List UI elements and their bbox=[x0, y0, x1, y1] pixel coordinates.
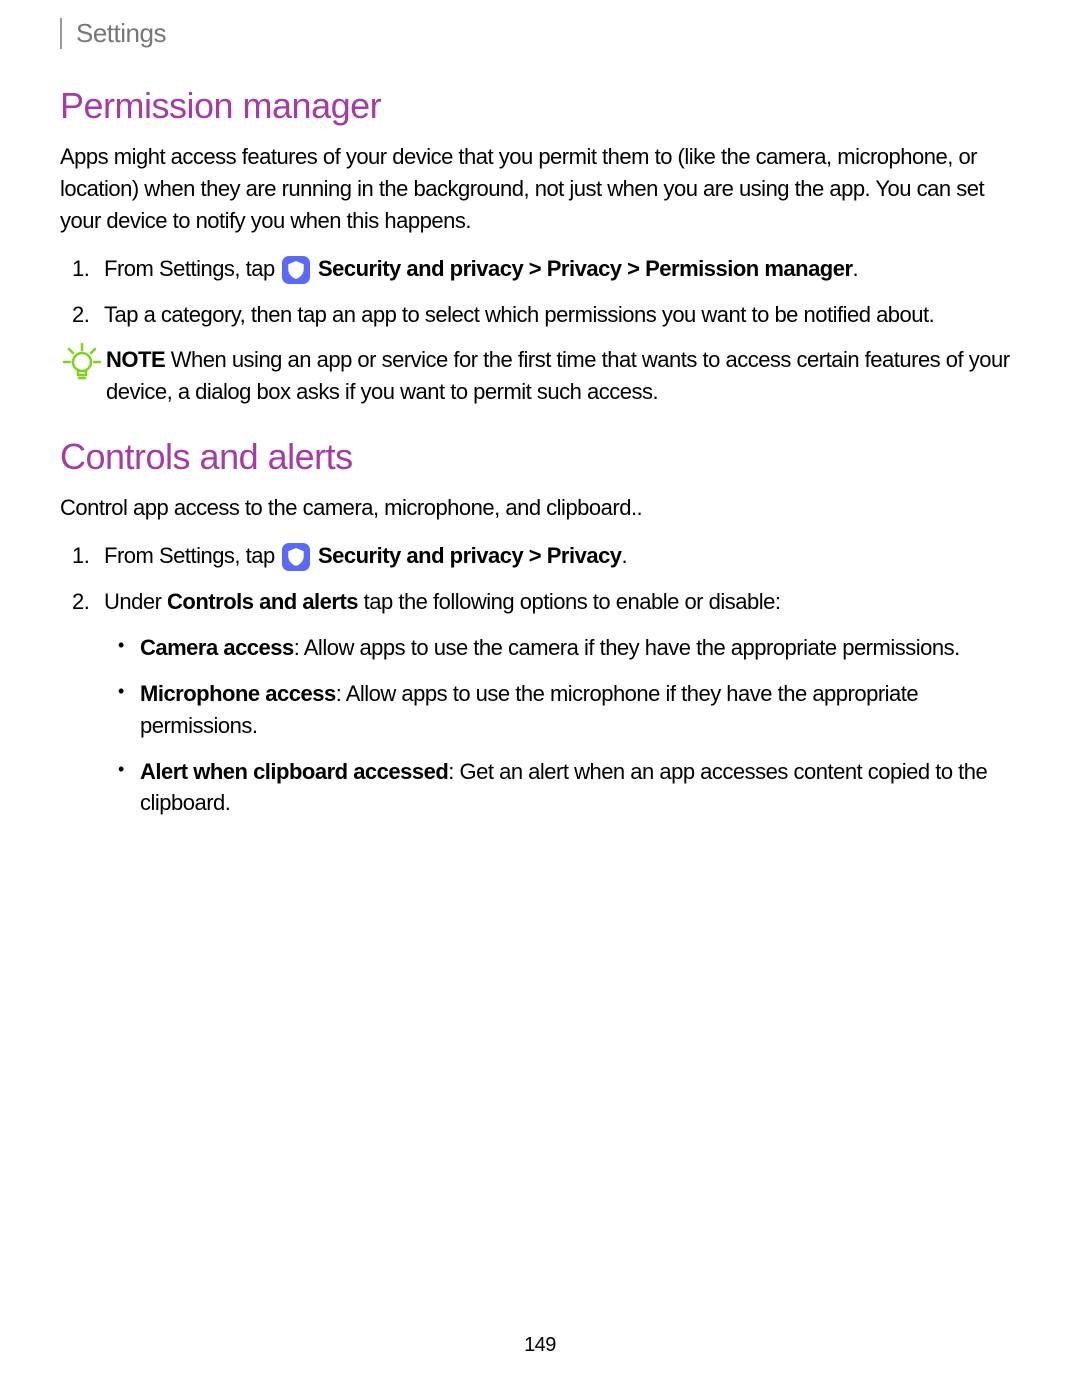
step-1-pre: From Settings, tap bbox=[104, 543, 280, 568]
shield-icon bbox=[282, 543, 310, 571]
heading-permission-manager: Permission manager bbox=[60, 85, 1020, 127]
step-1-bold: Security and privacy > Privacy bbox=[312, 543, 621, 568]
step-1-post: . bbox=[853, 256, 859, 281]
page-number: 149 bbox=[0, 1334, 1080, 1357]
step-1-pre: From Settings, tap bbox=[104, 256, 280, 281]
list-item: Alert when clipboard accessed: Get an al… bbox=[140, 756, 1020, 820]
shield-icon bbox=[282, 256, 310, 284]
intro-controls-alerts: Control app access to the camera, microp… bbox=[60, 492, 1020, 524]
step-2: Under Controls and alerts tap the follow… bbox=[104, 586, 1020, 819]
bullet-rest: : Allow apps to use the camera if they h… bbox=[294, 635, 960, 660]
step-1-post: . bbox=[622, 543, 628, 568]
bullet-bold: Camera access bbox=[140, 635, 294, 660]
intro-permission-manager: Apps might access features of your devic… bbox=[60, 141, 1020, 237]
step-1: From Settings, tap Security and privacy … bbox=[104, 253, 1020, 285]
step-1: From Settings, tap Security and privacy … bbox=[104, 540, 1020, 572]
note-body: When using an app or service for the fir… bbox=[106, 347, 1010, 404]
note-text: NOTE When using an app or service for th… bbox=[106, 344, 1020, 408]
heading-controls-alerts: Controls and alerts bbox=[60, 436, 1020, 478]
step-1-bold: Security and privacy > Privacy > Permiss… bbox=[312, 256, 852, 281]
step-2-post: tap the following options to enable or d… bbox=[358, 589, 780, 614]
bullet-list: Camera access: Allow apps to use the cam… bbox=[140, 632, 1020, 819]
step-2-bold: Controls and alerts bbox=[167, 589, 358, 614]
note-block: NOTE When using an app or service for th… bbox=[62, 344, 1020, 408]
bullet-bold: Alert when clipboard accessed bbox=[140, 759, 448, 784]
steps-permission-manager: From Settings, tap Security and privacy … bbox=[104, 253, 1020, 331]
step-2: Tap a category, then tap an app to selec… bbox=[104, 299, 1020, 331]
note-label: NOTE bbox=[106, 347, 165, 372]
list-item: Camera access: Allow apps to use the cam… bbox=[140, 632, 1020, 664]
step-2-pre: Under bbox=[104, 589, 167, 614]
bullet-bold: Microphone access bbox=[140, 681, 336, 706]
steps-controls-alerts: From Settings, tap Security and privacy … bbox=[104, 540, 1020, 819]
breadcrumb: Settings bbox=[60, 18, 1020, 49]
lightbulb-icon bbox=[62, 342, 102, 382]
list-item: Microphone access: Allow apps to use the… bbox=[140, 678, 1020, 742]
